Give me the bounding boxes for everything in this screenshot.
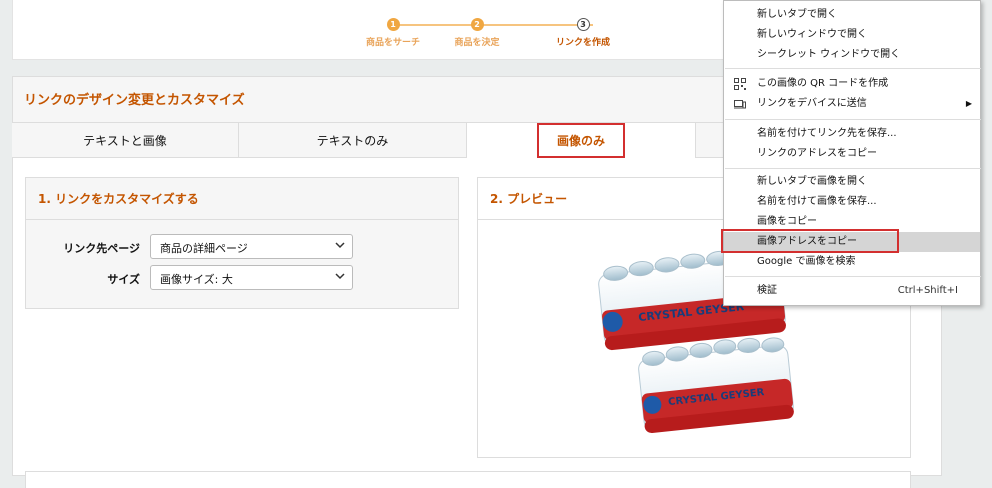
menu-divider bbox=[725, 276, 981, 277]
size-value: 画像サイズ: 大 bbox=[160, 273, 233, 286]
context-menu: 新しいタブで開く 新しいウィンドウで開く シークレット ウィンドウで開く この画… bbox=[723, 0, 981, 306]
menu-item-label: この画像の QR コードを作成 bbox=[757, 78, 889, 89]
highlight-box bbox=[721, 229, 899, 253]
link-dest-label: リンク先ページ bbox=[63, 242, 140, 255]
link-dest-select[interactable]: 商品の詳細ページ bbox=[150, 234, 353, 259]
qr-code-icon bbox=[734, 78, 746, 90]
step-number: 1 bbox=[386, 18, 400, 31]
menu-divider bbox=[725, 168, 981, 169]
menu-open-new-tab[interactable]: 新しいタブで開く bbox=[724, 5, 980, 25]
size-select[interactable]: 画像サイズ: 大 bbox=[150, 265, 353, 290]
step-create-link: 3 リンクを作成 bbox=[523, 18, 643, 48]
step-label: 商品を決定 bbox=[454, 38, 500, 48]
menu-open-incognito[interactable]: シークレット ウィンドウで開く bbox=[724, 45, 980, 65]
menu-save-link-as[interactable]: 名前を付けてリンク先を保存... bbox=[724, 124, 980, 144]
customize-panel-title: 1. リンクをカスタマイズする bbox=[26, 178, 458, 220]
menu-open-image-new-tab[interactable]: 新しいタブで画像を開く bbox=[724, 172, 980, 192]
tab-image-only-label: 画像のみ bbox=[536, 123, 625, 158]
menu-item-label: リンクをデバイスに送信 bbox=[757, 98, 867, 109]
customize-panel: 1. リンクをカスタマイズする リンク先ページ 商品の詳細ページ サイズ 画像サ… bbox=[25, 177, 459, 309]
link-dest-value: 商品の詳細ページ bbox=[160, 242, 248, 255]
step-number: 3 bbox=[576, 18, 590, 31]
next-section-panel bbox=[25, 471, 911, 488]
submenu-arrow-icon: ▶ bbox=[965, 99, 972, 108]
menu-send-to-device[interactable]: リンクをデバイスに送信 ▶ bbox=[724, 94, 980, 114]
size-label: サイズ bbox=[107, 273, 140, 286]
menu-shortcut: Ctrl+Shift+I bbox=[897, 285, 958, 296]
tab-text-and-image[interactable]: テキストと画像 bbox=[12, 123, 239, 158]
chevron-down-icon bbox=[335, 273, 345, 280]
menu-copy-link-address[interactable]: リンクのアドレスをコピー bbox=[724, 144, 980, 164]
step-decide[interactable]: 2 商品を決定 bbox=[417, 18, 537, 48]
menu-open-new-window[interactable]: 新しいウィンドウで開く bbox=[724, 25, 980, 45]
menu-item-label: 検証 bbox=[757, 285, 777, 296]
link-dest-row: リンク先ページ 商品の詳細ページ bbox=[26, 234, 458, 260]
menu-search-image-google[interactable]: Google で画像を検索 bbox=[724, 252, 980, 272]
tab-text-only[interactable]: テキストのみ bbox=[239, 123, 467, 158]
device-icon bbox=[734, 100, 746, 109]
step-number: 2 bbox=[470, 18, 484, 31]
menu-create-qr-code[interactable]: この画像の QR コードを作成 bbox=[724, 74, 980, 94]
tab-image-only[interactable]: 画像のみ bbox=[467, 123, 696, 158]
menu-divider bbox=[725, 119, 981, 120]
menu-save-image-as[interactable]: 名前を付けて画像を保存... bbox=[724, 192, 980, 212]
progress-stepper: 1 商品をサーチ 2 商品を決定 3 リンクを作成 bbox=[333, 14, 633, 54]
chevron-down-icon bbox=[335, 242, 345, 249]
size-row: サイズ 画像サイズ: 大 bbox=[26, 265, 458, 291]
menu-inspect[interactable]: 検証 Ctrl+Shift+I bbox=[724, 281, 980, 301]
step-label: リンクを作成 bbox=[555, 38, 610, 48]
menu-divider bbox=[725, 68, 981, 69]
